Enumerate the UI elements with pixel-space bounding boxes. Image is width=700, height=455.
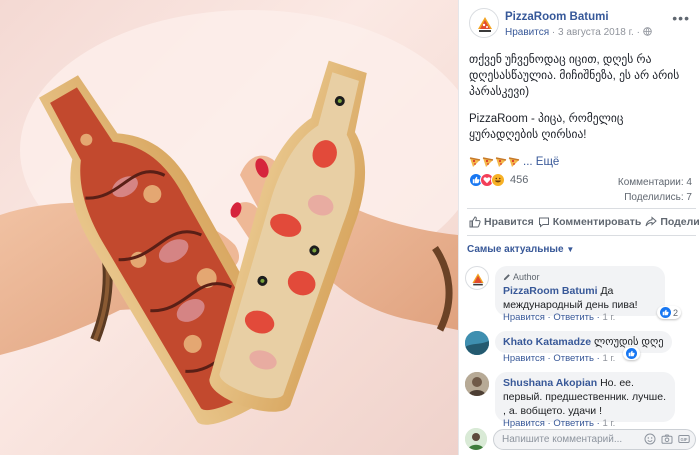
meta-separator: · [551,27,556,38]
like-button-label: Нравится [484,216,534,228]
comment-sort-dropdown[interactable]: Самые актуальные ▼ [467,244,574,255]
commenter-avatar[interactable] [465,372,489,396]
current-user-avatar[interactable] [465,428,487,450]
comment-age[interactable]: 1 г. [602,312,615,323]
share-button-label: Поделиться [660,216,700,228]
pizza-emoji-icon [469,157,481,167]
post-text-line-2: PizzaRoom - პიცა, რომელიც ყურადღების ღირ… [469,113,624,141]
emoji-line: ... Ещё [469,154,690,170]
like-reaction-icon [626,348,637,359]
comment-actions: Нравится · Ответить · 1 г. [503,353,616,364]
post-sidebar: PizzaRoom Batumi Нравится · 3 августа 20… [458,0,700,455]
comments-count-link[interactable]: Комментарии: 4 [618,175,692,190]
comment-like-link[interactable]: Нравится [503,312,545,323]
comment-icon [538,217,549,228]
composer-tools: GIF [644,433,690,445]
comment-bubble: Shushana Akopian Но. ее. первый. предшес… [495,372,675,422]
comment-author[interactable]: PizzaRoom Batumi [503,285,598,297]
comment-reply-link[interactable]: Ответить [553,353,594,364]
post-meta: Нравится · 3 августа 2018 г. · [505,27,652,38]
pizza-bottles-image [0,10,458,425]
comment-like-number: 2 [673,307,679,318]
like-reaction-icon [660,307,671,318]
gif-icon[interactable]: GIF [678,433,690,445]
reaction-count: 456 [510,174,529,186]
comment-like-count[interactable]: 2 [657,306,682,319]
comment-bubble: Khato Katamadze ლოუდის დღე [495,331,672,353]
comment-bubble: Author PizzaRoom Batumi Да международный… [495,266,665,316]
svg-text:GIF: GIF [681,437,688,442]
post-date[interactable]: 3 августа 2018 г. [558,27,634,38]
pizza-emoji-icon [508,157,520,167]
pizzaroom-logo-icon [472,273,484,286]
commenter-avatar[interactable] [465,331,489,355]
see-more-link[interactable]: ... Ещё [523,154,559,170]
post-text-line-1: თქვენ უჩვენოდაც იცით, დღეს რა დღესასწაულ… [469,54,680,98]
comment-age[interactable]: 1 г. [602,353,615,364]
user-photo-icon [465,372,489,396]
comment-composer: GIF [465,428,696,452]
author-badge: Author [503,270,657,284]
ellipsis-icon[interactable]: ••• [672,10,690,26]
shares-count-link[interactable]: Поделились: 7 [618,190,692,205]
comment-like-count[interactable] [623,347,640,360]
comment-author[interactable]: Khato Katamadze [503,336,591,348]
pizzaroom-logo-icon [471,10,498,37]
comment-actions: Нравится · Ответить · 1 г. [503,312,616,323]
globe-icon [643,27,652,36]
comment-button-label: Комментировать [552,216,642,228]
post-photo[interactable] [0,0,458,455]
comment-item: Khato Katamadze ლოუდის დღე Нравится · От… [465,331,690,365]
comment-item: Author PizzaRoom Batumi Да международный… [465,266,690,324]
comment-item: Shushana Akopian Но. ее. первый. предшес… [465,372,690,429]
reactions-summary[interactable]: 456 [469,172,528,188]
like-button[interactable]: Нравится [467,216,536,228]
user-photo-icon [465,428,487,450]
page-name-link[interactable]: PizzaRoom Batumi [505,11,609,23]
page-avatar[interactable] [469,8,499,38]
post-action-bar: Нравится Комментировать Поделиться [467,208,700,236]
caret-down-icon: ▼ [566,245,575,254]
camera-icon[interactable] [661,433,673,445]
post-text: თქვენ უჩვენოდაც იცით, დღეს რა დღესასწაულ… [469,52,690,170]
user-photo-icon [465,331,489,355]
emoji-icon[interactable] [644,433,656,445]
share-icon [645,216,658,227]
share-button[interactable]: Поделиться [643,216,700,228]
author-badge-label: Author [513,272,540,282]
commenter-avatar[interactable] [465,266,489,290]
post-header: PizzaRoom Batumi Нравится · 3 августа 20… [469,8,692,42]
pizza-emoji-icon [482,157,494,167]
sort-label: Самые актуальные [467,244,564,255]
pizza-emoji-icon [495,157,507,167]
comment-author[interactable]: Shushana Akopian [503,377,597,389]
post-separator-2: · [636,27,640,38]
post-stats: Комментарии: 4 Поделились: 7 [618,175,692,205]
thumbs-up-icon [469,216,481,228]
pencil-icon [503,274,510,281]
comment-like-link[interactable]: Нравится [503,353,545,364]
comment-reply-link[interactable]: Ответить [553,312,594,323]
haha-reaction-icon [491,173,505,187]
like-page-link[interactable]: Нравится [505,27,549,38]
comment-button[interactable]: Комментировать [536,216,644,228]
